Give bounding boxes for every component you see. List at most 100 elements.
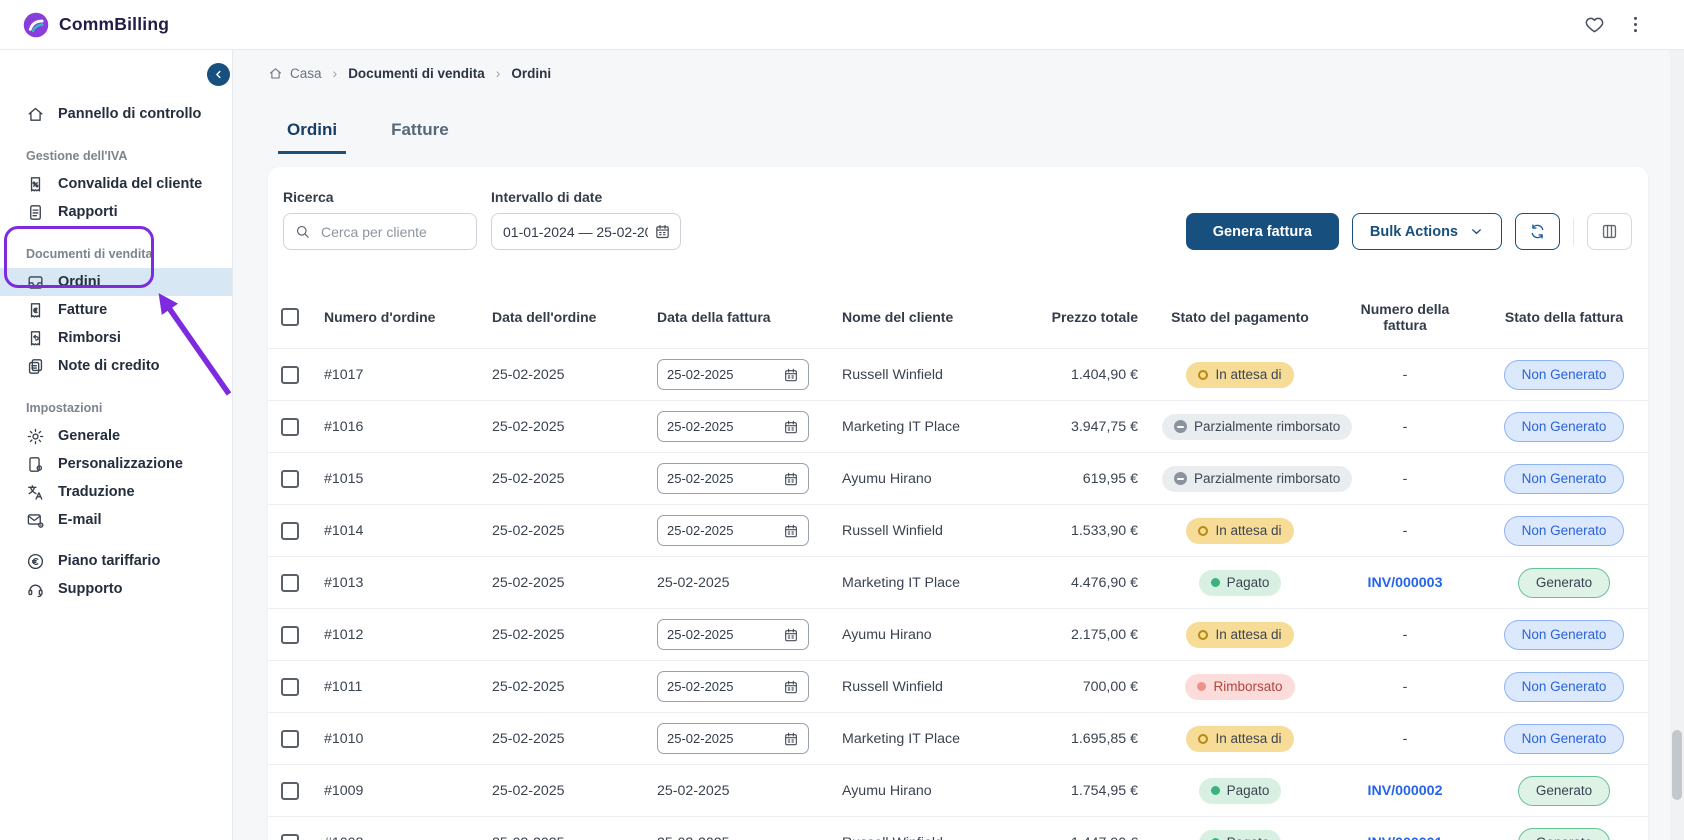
- invoice-status-badge: Non Generato: [1504, 360, 1625, 390]
- table-row: #101325-02-202525-02-2025Marketing IT Pl…: [268, 557, 1648, 609]
- topbar: CommBilling: [0, 0, 1684, 50]
- invoice-date-input[interactable]: 25-02-2025: [657, 463, 809, 494]
- invoice-status-badge: Non Generato: [1504, 620, 1625, 650]
- row-checkbox[interactable]: [281, 626, 299, 644]
- order-number-cell: #1014: [312, 505, 480, 557]
- column-header-data-dell-ordine: Data dell'ordine: [480, 286, 645, 349]
- invoice-date-cell: 25-02-2025: [645, 765, 830, 817]
- tabs: Ordini Fatture: [278, 114, 458, 154]
- row-select-cell: [268, 349, 312, 401]
- breadcrumb-item-casa[interactable]: Casa: [268, 66, 322, 81]
- sidebar-item-label: Personalizzazione: [58, 456, 183, 472]
- sidebar-item-rapporti[interactable]: Rapporti: [0, 198, 232, 226]
- invoice-number-cell: -: [1330, 349, 1480, 401]
- sidebar-item-pannello-di-controllo[interactable]: Pannello di controllo: [0, 100, 232, 128]
- invoice-status-cell: Non Generato: [1480, 661, 1648, 713]
- scrollbar-thumb[interactable]: [1672, 730, 1682, 800]
- payment-status-cell: Parzialmente rimborsato: [1150, 401, 1330, 453]
- calendar-icon: [783, 471, 799, 487]
- breadcrumb-item-documenti-di-vendita[interactable]: Documenti di vendita: [348, 66, 485, 81]
- invoice-number-cell: INV/000002: [1330, 765, 1480, 817]
- search-input[interactable]: [283, 213, 477, 250]
- sidebar-item-rimborsi[interactable]: Rimborsi: [0, 324, 232, 352]
- kebab-menu-icon[interactable]: [1625, 14, 1646, 35]
- sidebar-group: Documenti di venditaOrdiniFattureRimbors…: [0, 226, 232, 380]
- brand-logo-icon: [22, 11, 50, 39]
- sidebar-item-supporto[interactable]: Supporto: [0, 575, 232, 603]
- select-all-checkbox[interactable]: [281, 308, 299, 326]
- invoice-date-input[interactable]: 25-02-2025: [657, 359, 809, 390]
- calendar-icon: [783, 731, 799, 747]
- invoice-date-input[interactable]: 25-02-2025: [657, 723, 809, 754]
- invoice-date-value: 25-02-2025: [667, 627, 734, 642]
- sidebar-group: Piano tariffarioSupporto: [0, 547, 232, 603]
- invoice-date-input[interactable]: 25-02-2025: [657, 411, 809, 442]
- status-dot-icon: [1211, 578, 1220, 587]
- invoice-date-input[interactable]: 25-02-2025: [657, 515, 809, 546]
- row-checkbox[interactable]: [281, 522, 299, 540]
- order-number-cell: #1015: [312, 453, 480, 505]
- row-checkbox[interactable]: [281, 678, 299, 696]
- sidebar-item-ordini[interactable]: Ordini: [0, 268, 232, 296]
- customer-name-cell: Ayumu Hirano: [830, 453, 1035, 505]
- order-number-cell: #1011: [312, 661, 480, 713]
- row-checkbox[interactable]: [281, 730, 299, 748]
- payment-status-cell: Pagato: [1150, 817, 1330, 840]
- date-range-input[interactable]: 01-01-2024 — 25-02-2025: [491, 213, 681, 250]
- heart-icon[interactable]: [1584, 14, 1605, 35]
- sidebar-item-convalida-del-cliente[interactable]: Convalida del cliente: [0, 170, 232, 198]
- total-price-cell: 4.476,90 €: [1035, 557, 1150, 609]
- generate-invoice-button[interactable]: Genera fattura: [1186, 213, 1339, 250]
- order-number-cell: #1009: [312, 765, 480, 817]
- row-select-cell: [268, 661, 312, 713]
- sidebar-item-e-mail[interactable]: E-mail: [0, 506, 232, 534]
- invoice-number-link[interactable]: INV/000003: [1368, 575, 1443, 591]
- payment-status-badge: Pagato: [1199, 570, 1282, 596]
- total-price-cell: 619,95 €: [1035, 453, 1150, 505]
- columns-button[interactable]: [1587, 213, 1632, 250]
- total-price-cell: 2.175,00 €: [1035, 609, 1150, 661]
- sidebar-group: ImpostazioniGeneralePersonalizzazioneTra…: [0, 380, 232, 534]
- invoice-status-cell: Generato: [1480, 765, 1648, 817]
- invoice-date-input[interactable]: 25-02-2025: [657, 671, 809, 702]
- row-checkbox[interactable]: [281, 418, 299, 436]
- invoice-number-cell: -: [1330, 713, 1480, 765]
- invoice-status-badge: Generato: [1518, 828, 1610, 840]
- breadcrumb-item-ordini[interactable]: Ordini: [511, 66, 551, 81]
- invoice-status-cell: Generato: [1480, 557, 1648, 609]
- tab-ordini[interactable]: Ordini: [278, 114, 346, 154]
- sidebar-item-generale[interactable]: Generale: [0, 422, 232, 450]
- invoice-number-empty: -: [1403, 679, 1408, 695]
- sidebar-collapse-button[interactable]: [207, 63, 230, 86]
- sidebar-group: Pannello di controllo: [0, 100, 232, 128]
- translate-icon: [26, 483, 45, 502]
- support-icon: [26, 580, 45, 599]
- invoice-date-input[interactable]: 25-02-2025: [657, 619, 809, 650]
- bulk-actions-button[interactable]: Bulk Actions: [1352, 213, 1502, 250]
- column-header-numero-d-ordine: Numero d'ordine: [312, 286, 480, 349]
- search-input-field[interactable]: [319, 223, 466, 241]
- total-price-cell: 700,00 €: [1035, 661, 1150, 713]
- sidebar-item-note-di-credito[interactable]: Note di credito: [0, 352, 232, 380]
- order-number-cell: #1012: [312, 609, 480, 661]
- payment-status-label: In attesa di: [1215, 627, 1281, 642]
- sidebar-item-personalizzazione[interactable]: Personalizzazione: [0, 450, 232, 478]
- refresh-button[interactable]: [1515, 213, 1560, 250]
- gear-icon: [26, 427, 45, 446]
- invoice-number-link[interactable]: INV/000002: [1368, 783, 1443, 799]
- row-checkbox[interactable]: [281, 834, 299, 840]
- sidebar-item-label: Ordini: [58, 274, 101, 290]
- invoice-number-link[interactable]: INV/000001: [1368, 835, 1443, 840]
- table-row: #101225-02-202525-02-2025Ayumu Hirano2.1…: [268, 609, 1648, 661]
- row-checkbox[interactable]: [281, 574, 299, 592]
- row-checkbox[interactable]: [281, 782, 299, 800]
- row-select-cell: [268, 505, 312, 557]
- sidebar-item-traduzione[interactable]: Traduzione: [0, 478, 232, 506]
- sidebar-item-piano-tariffario[interactable]: Piano tariffario: [0, 547, 232, 575]
- status-dot-icon: [1197, 682, 1206, 691]
- column-header-data-della-fattura: Data della fattura: [645, 286, 830, 349]
- row-checkbox[interactable]: [281, 470, 299, 488]
- row-checkbox[interactable]: [281, 366, 299, 384]
- tab-fatture[interactable]: Fatture: [382, 114, 458, 154]
- sidebar-item-fatture[interactable]: Fatture: [0, 296, 232, 324]
